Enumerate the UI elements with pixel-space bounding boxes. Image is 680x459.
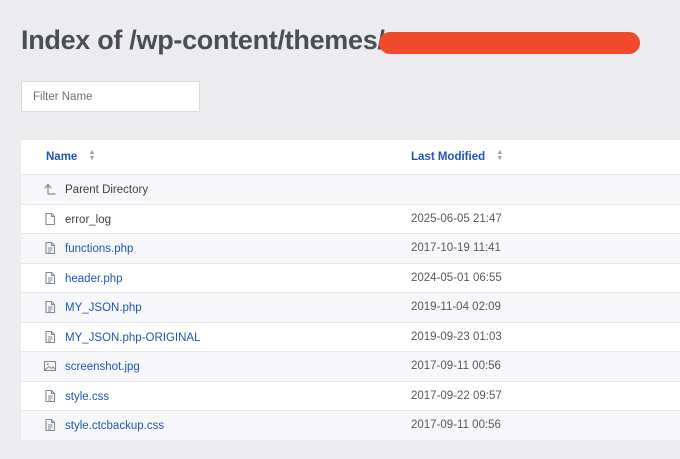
file-name-cell: header.php: [43, 271, 123, 285]
file-link[interactable]: error_log: [65, 214, 111, 226]
file-link[interactable]: screenshot.jpg: [65, 361, 140, 373]
text-file-icon: [45, 330, 56, 343]
file-name-cell: error_log: [43, 212, 111, 226]
image-file-icon: [43, 360, 57, 372]
directory-listing-page: Index of /wp-content/themes/ Name ▲▼ Las…: [0, 0, 680, 459]
file-table: Name ▲ ▼ Last Modified ▲ ▼ Parent Director…: [21, 140, 680, 440]
file-link[interactable]: style.ctcbackup.css: [65, 420, 164, 432]
table-row[interactable]: style.css 2017-09-22 09:57: [21, 380, 680, 411]
last-modified-cell: 2017-09-11 00:56: [411, 360, 501, 372]
file-name-cell: MY_JSON.php: [43, 300, 142, 314]
table-header: Name ▲ ▼ Last Modified ▲ ▼: [21, 140, 680, 174]
parent-directory-link[interactable]: Parent Directory: [65, 184, 148, 196]
file-link[interactable]: style.css: [65, 391, 109, 403]
file-link[interactable]: header.php: [65, 273, 123, 285]
last-modified-cell: 2024-05-01 06:55: [411, 271, 502, 284]
file-name-cell: screenshot.jpg: [43, 359, 140, 373]
file-link[interactable]: functions.php: [65, 243, 133, 255]
text-file-icon: [45, 241, 56, 255]
text-file-icon: [45, 271, 56, 284]
page-title: Index of /wp-content/themes/: [21, 25, 385, 55]
table-row[interactable]: style.ctcbackup.css 2017-09-11 00:56: [21, 410, 680, 440]
file-link[interactable]: MY_JSON.php-ORIGINAL: [65, 332, 200, 344]
text-file-icon: [45, 300, 56, 314]
text-file-icon: [45, 389, 56, 402]
parent-directory-arrow-icon: [44, 183, 56, 195]
file-link[interactable]: MY_JSON.php: [65, 302, 142, 314]
file-name-cell: MY_JSON.php-ORIGINAL: [43, 330, 200, 344]
sort-icon: ▲ ▼: [496, 149, 504, 162]
file-name-cell: functions.php: [43, 241, 133, 255]
table-row-parent-directory[interactable]: Parent Directory: [21, 174, 680, 204]
last-modified-cell: 2025-06-05 21:47: [411, 212, 502, 225]
column-header-last-modified-label: Last Modified: [411, 151, 486, 164]
column-header-name[interactable]: Name ▲ ▼: [46, 149, 96, 164]
column-header-name-label: Name: [46, 151, 78, 164]
filter-name-input[interactable]: [21, 81, 200, 112]
table-row[interactable]: MY_JSON.php-ORIGINAL 2019-09-23 01:03: [21, 321, 680, 352]
file-name-cell: style.css: [43, 389, 109, 403]
sort-icon: ▲ ▼: [88, 149, 96, 162]
table-row[interactable]: MY_JSON.php 2019-11-04 02:09: [21, 292, 680, 322]
file-name-cell: Parent Directory: [43, 182, 148, 196]
table-row[interactable]: functions.php 2017-10-19 11:41: [21, 233, 680, 263]
column-header-last-modified[interactable]: Last Modified ▲ ▼: [411, 149, 504, 164]
table-row[interactable]: error_log 2025-06-05 21:47: [21, 203, 680, 234]
text-file-icon: [45, 418, 56, 432]
table-row[interactable]: header.php 2024-05-01 06:55: [21, 262, 680, 293]
last-modified-cell: 2017-09-11 00:56: [411, 419, 501, 431]
redaction-mark: [379, 32, 640, 54]
last-modified-cell: 2019-09-23 01:03: [411, 330, 502, 343]
last-modified-cell: 2017-09-22 09:57: [411, 389, 502, 402]
table-row[interactable]: screenshot.jpg 2017-09-11 00:56: [21, 351, 680, 381]
last-modified-cell: 2019-11-04 02:09: [411, 301, 501, 313]
last-modified-cell: 2017-10-19 11:41: [411, 242, 501, 254]
file-icon: [45, 212, 56, 225]
file-name-cell: style.ctcbackup.css: [43, 418, 164, 432]
